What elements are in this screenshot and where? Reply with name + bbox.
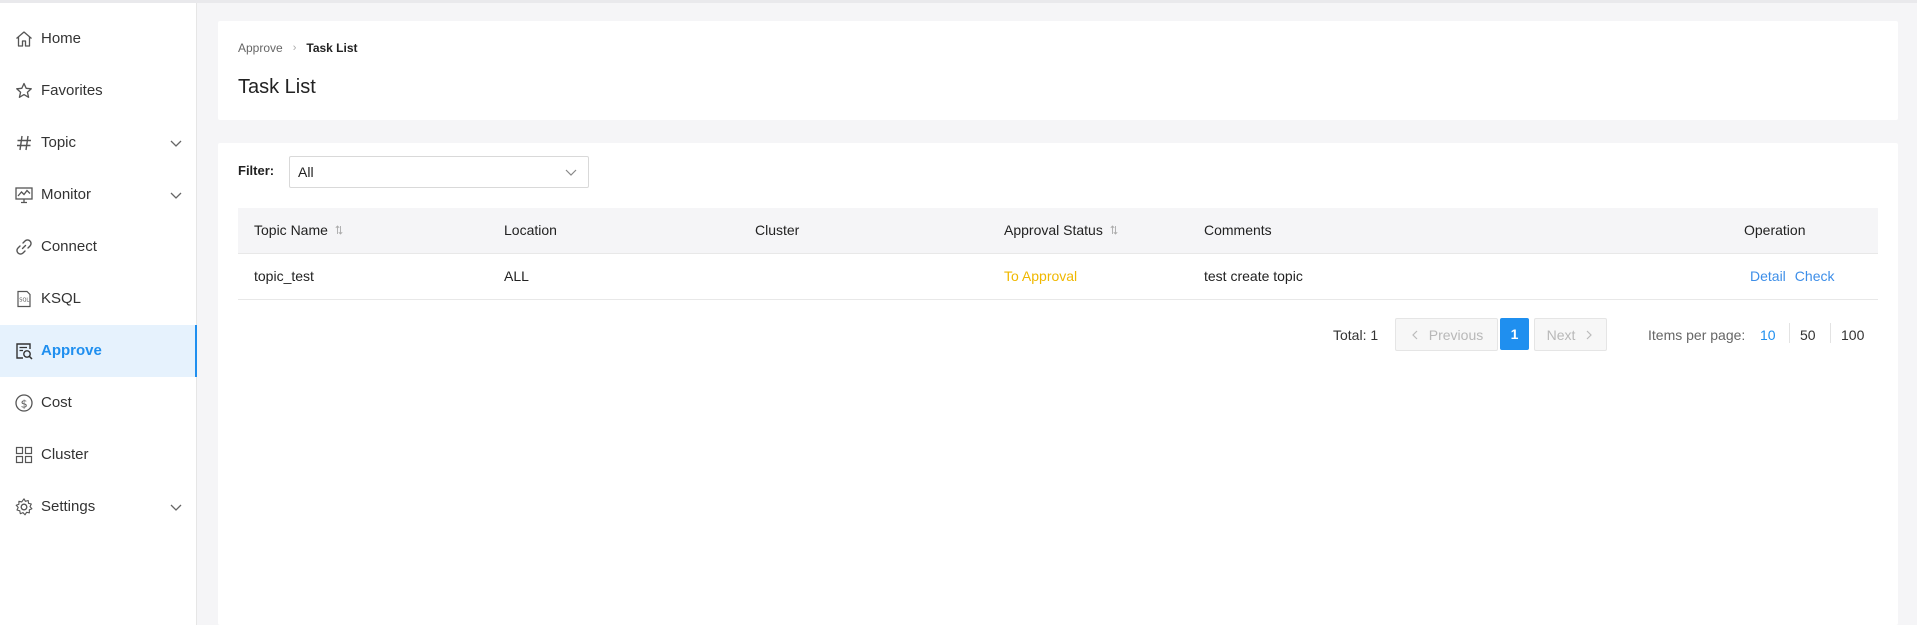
column-header-cluster: Cluster bbox=[755, 222, 800, 238]
breadcrumb: Approve › Task List bbox=[238, 41, 358, 55]
top-border bbox=[0, 0, 1917, 3]
sidebar-item-settings[interactable]: Settings bbox=[0, 481, 196, 533]
filter-select[interactable]: All bbox=[289, 156, 589, 188]
divider bbox=[1830, 323, 1831, 343]
sidebar-item-label: Cluster bbox=[41, 446, 89, 463]
status-badge: To Approval bbox=[1004, 268, 1078, 284]
sidebar-item-label: Approve bbox=[41, 342, 102, 359]
sql-file-icon: SQL bbox=[13, 288, 35, 310]
page-number-current[interactable]: 1 bbox=[1500, 318, 1529, 350]
sidebar-item-label: Favorites bbox=[41, 82, 103, 99]
chevron-down-icon bbox=[565, 169, 577, 176]
task-list-panel: Filter: All Topic Name Location Cluster … bbox=[218, 143, 1898, 625]
sidebar: Home Favorites Topic Monitor Connect SQL… bbox=[0, 3, 197, 625]
next-label: Next bbox=[1546, 326, 1576, 343]
hash-icon bbox=[13, 132, 35, 154]
check-link[interactable]: Check bbox=[1795, 268, 1835, 284]
table-header: Topic Name Location Cluster Approval Sta… bbox=[238, 208, 1878, 254]
sidebar-item-label: Settings bbox=[41, 498, 96, 515]
grid-icon bbox=[13, 444, 35, 466]
pagination: Total: 1 Previous 1 Next Items per page:… bbox=[218, 318, 1898, 351]
sidebar-item-topic[interactable]: Topic bbox=[0, 117, 196, 169]
sidebar-item-label: Cost bbox=[41, 394, 72, 411]
next-page-button[interactable]: Next bbox=[1534, 318, 1607, 351]
column-header-label: Topic Name bbox=[254, 222, 328, 238]
sidebar-item-label: Connect bbox=[41, 238, 97, 255]
chevron-down-icon bbox=[170, 504, 182, 511]
sidebar-item-cluster[interactable]: Cluster bbox=[0, 429, 196, 481]
filter-label: Filter: bbox=[238, 163, 275, 178]
table-row: topic_test ALL To Approval test create t… bbox=[238, 254, 1878, 300]
sidebar-item-monitor[interactable]: Monitor bbox=[0, 169, 196, 221]
column-header-topic-name[interactable]: Topic Name bbox=[254, 222, 343, 238]
monitor-icon bbox=[13, 184, 35, 206]
dollar-icon: $ bbox=[13, 392, 35, 414]
svg-text:SQL: SQL bbox=[19, 298, 29, 304]
divider bbox=[1789, 323, 1790, 343]
chevron-down-icon bbox=[170, 192, 182, 199]
sidebar-item-favorites[interactable]: Favorites bbox=[0, 65, 196, 117]
home-icon bbox=[13, 28, 35, 50]
sidebar-item-ksql[interactable]: SQL KSQL bbox=[0, 273, 196, 325]
column-header-comments: Comments bbox=[1204, 222, 1272, 238]
sidebar-item-cost[interactable]: $ Cost bbox=[0, 377, 196, 429]
sort-icon[interactable] bbox=[1110, 225, 1118, 235]
breadcrumb-separator-icon: › bbox=[292, 42, 297, 54]
chevron-down-icon bbox=[170, 140, 182, 147]
cell-topic-name: topic_test bbox=[254, 268, 314, 284]
sort-icon[interactable] bbox=[335, 225, 343, 235]
link-icon bbox=[13, 236, 35, 258]
column-header-operation: Operation bbox=[1744, 222, 1806, 238]
column-header-location: Location bbox=[504, 222, 557, 238]
items-per-page-label: Items per page: bbox=[1648, 327, 1746, 343]
previous-page-button[interactable]: Previous bbox=[1395, 318, 1498, 351]
sidebar-item-label: KSQL bbox=[41, 290, 82, 307]
sidebar-item-label: Topic bbox=[41, 134, 77, 151]
chevron-right-icon bbox=[1586, 330, 1593, 339]
page-size-option-100[interactable]: 100 bbox=[1841, 327, 1864, 343]
cell-operation: Detail Check bbox=[1750, 268, 1843, 284]
detail-link[interactable]: Detail bbox=[1750, 268, 1786, 284]
chevron-left-icon bbox=[1411, 330, 1418, 339]
breadcrumb-item-current: Task List bbox=[306, 41, 358, 55]
gear-icon bbox=[13, 496, 35, 518]
page-title: Task List bbox=[238, 76, 316, 98]
column-header-label: Approval Status bbox=[1004, 222, 1103, 238]
column-header-approval-status[interactable]: Approval Status bbox=[1004, 222, 1118, 238]
total-count: Total: 1 bbox=[1333, 327, 1379, 343]
cell-comments: test create topic bbox=[1204, 268, 1303, 284]
sidebar-item-connect[interactable]: Connect bbox=[0, 221, 196, 273]
sidebar-item-label: Monitor bbox=[41, 186, 92, 203]
svg-text:$: $ bbox=[21, 397, 28, 410]
sidebar-item-home[interactable]: Home bbox=[0, 13, 196, 65]
page-size-option-50[interactable]: 50 bbox=[1800, 327, 1816, 343]
task-table: Topic Name Location Cluster Approval Sta… bbox=[238, 208, 1878, 300]
cell-location: ALL bbox=[504, 268, 529, 284]
sidebar-item-label: Home bbox=[41, 30, 82, 47]
breadcrumb-item-approve[interactable]: Approve bbox=[238, 41, 283, 55]
filter-select-value: All bbox=[298, 164, 314, 180]
previous-label: Previous bbox=[1428, 326, 1484, 343]
page-header: Approve › Task List Task List bbox=[218, 21, 1898, 120]
approve-icon bbox=[13, 340, 35, 362]
sidebar-item-approve[interactable]: Approve bbox=[0, 325, 197, 377]
star-icon bbox=[13, 80, 35, 102]
page-size-option-10[interactable]: 10 bbox=[1760, 327, 1776, 343]
